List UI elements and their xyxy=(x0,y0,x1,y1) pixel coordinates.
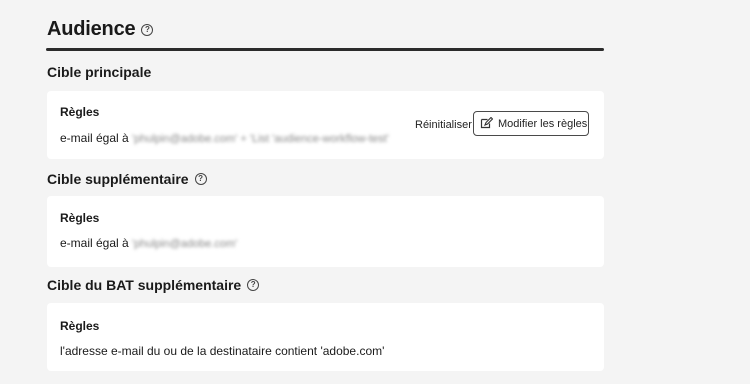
section-title-text: Cible principale xyxy=(47,64,152,80)
rule-value-blurred: 'phulpin@adobe.com' + 'List 'audience-wo… xyxy=(132,133,389,145)
rule-description: e-mail égal à 'phulpin@adobe.com' xyxy=(60,236,237,250)
help-icon[interactable]: ? xyxy=(141,23,154,36)
additional-target-card: Règles e-mail égal à 'phulpin@adobe.com' xyxy=(47,196,604,267)
rules-label: Règles xyxy=(60,105,100,119)
section-title-text: Cible du BAT supplémentaire xyxy=(47,277,242,293)
section-title-proof-target: Cible du BAT supplémentaire ? xyxy=(47,277,260,293)
help-icon[interactable]: ? xyxy=(194,173,207,185)
section-title-text: Cible supplémentaire xyxy=(47,171,189,187)
section-title-primary-target: Cible principale xyxy=(47,64,151,80)
reset-link[interactable]: Réinitialiser xyxy=(415,119,472,131)
rule-description: e-mail égal à 'phulpin@adobe.com' + 'Lis… xyxy=(60,131,389,145)
proof-target-card: Règles l'adresse e-mail du ou de la dest… xyxy=(47,303,604,371)
rules-label: Règles xyxy=(60,211,100,225)
primary-target-card: Règles e-mail égal à 'phulpin@adobe.com'… xyxy=(47,91,604,159)
rules-label: Règles xyxy=(60,319,100,333)
rule-prefix: e-mail égal à xyxy=(60,236,129,250)
audience-header: Audience ? xyxy=(47,18,154,41)
rule-description: l'adresse e-mail du ou de la destinatair… xyxy=(60,344,385,358)
edit-icon xyxy=(480,117,493,129)
page-title: Audience xyxy=(47,18,136,40)
section-title-additional-target: Cible supplémentaire ? xyxy=(47,171,207,187)
edit-rules-label: Modifier les règles xyxy=(498,117,588,130)
help-icon[interactable]: ? xyxy=(247,279,260,291)
edit-rules-button[interactable]: Modifier les règles xyxy=(473,111,589,136)
rule-prefix: e-mail égal à xyxy=(60,131,129,145)
header-divider xyxy=(46,48,604,51)
rule-value-blurred: 'phulpin@adobe.com' xyxy=(132,238,238,250)
